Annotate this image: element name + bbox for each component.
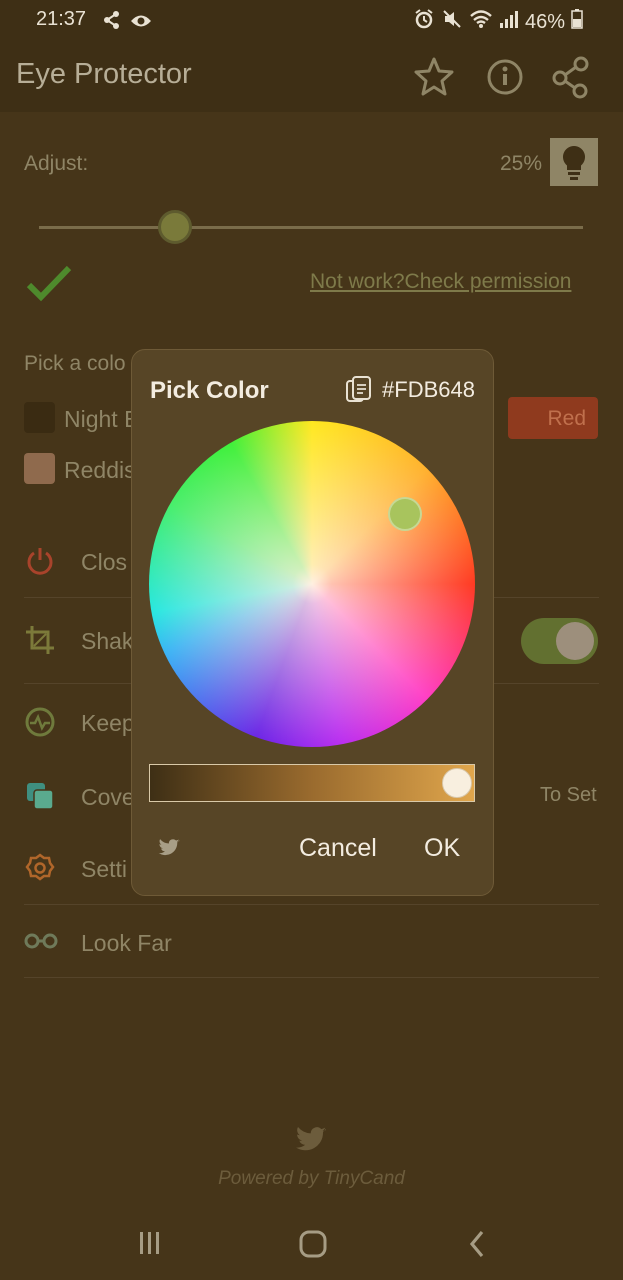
twitter-icon[interactable] — [295, 1126, 327, 1159]
twitter-icon[interactable] — [158, 838, 180, 863]
adjust-slider[interactable] — [39, 210, 583, 244]
reddish-swatch — [24, 453, 55, 484]
brightness-slider[interactable] — [149, 764, 475, 802]
glasses-icon — [24, 930, 58, 957]
alarm-icon — [413, 8, 435, 36]
cancel-button[interactable]: Cancel — [299, 834, 377, 863]
menu-item-look-far[interactable]: Look Far — [0, 906, 623, 978]
night-swatch — [24, 402, 55, 433]
adjust-percent: 25% — [500, 152, 543, 175]
night-label: Night E — [64, 406, 140, 432]
dialog-title: Pick Color — [150, 377, 269, 404]
red-button-label: Red — [547, 407, 586, 430]
menu-label: Shak — [81, 628, 134, 654]
slider-track — [39, 226, 583, 229]
app-bar: Eye Protector — [0, 40, 623, 112]
menu-label: Look Far — [81, 930, 172, 956]
share-icon[interactable] — [550, 54, 596, 100]
toggle-knob — [556, 622, 594, 660]
back-button[interactable] — [464, 1228, 490, 1265]
pick-color-dialog: Pick Color #FDB648 Cancel OK — [131, 349, 494, 896]
info-icon[interactable] — [482, 54, 528, 100]
signal-icon — [499, 10, 519, 34]
status-right: 46% — [413, 8, 583, 36]
color-wheel[interactable] — [149, 421, 475, 747]
layers-icon — [24, 780, 56, 817]
color-wheel-knob[interactable] — [388, 497, 422, 531]
battery-percent: 46% — [524, 10, 565, 33]
check-icon — [26, 264, 72, 309]
red-button[interactable]: Red — [508, 397, 598, 439]
reddish-label: Reddis — [64, 457, 136, 483]
activity-icon — [24, 706, 56, 743]
ok-button[interactable]: OK — [424, 834, 460, 863]
divider — [24, 904, 599, 905]
cover-right-text: To Set — [540, 784, 597, 806]
recents-button[interactable] — [135, 1228, 165, 1263]
wifi-icon — [469, 9, 493, 35]
gear-icon — [24, 852, 56, 889]
star-icon[interactable] — [411, 54, 457, 100]
menu-label: Clos — [81, 549, 128, 575]
app-title: Eye Protector — [16, 58, 192, 90]
slider-thumb[interactable] — [158, 210, 192, 244]
status-bar: 21:37 46% — [0, 0, 623, 40]
brightness-knob[interactable] — [442, 768, 472, 798]
menu-label: Setti — [81, 856, 128, 882]
pick-color-label: Pick a colo — [24, 352, 126, 375]
permission-link[interactable]: Not work?Check permission — [310, 270, 571, 294]
powered-by-text: Powered by TinyCand — [218, 1168, 405, 1189]
status-time: 21:37 — [36, 8, 87, 30]
bulb-button[interactable] — [550, 138, 598, 186]
lightbulb-icon — [562, 145, 586, 180]
divider — [24, 977, 599, 978]
hex-value[interactable]: #FDB648 — [382, 377, 475, 403]
menu-label: Keep — [81, 710, 135, 736]
power-icon — [24, 545, 56, 582]
adjust-label: Adjust: — [24, 152, 89, 175]
battery-icon — [571, 9, 583, 35]
shake-toggle[interactable] — [521, 618, 598, 664]
mute-icon — [441, 8, 463, 36]
eye-status-icon — [130, 12, 152, 35]
home-button[interactable] — [297, 1228, 329, 1265]
copy-icon[interactable] — [345, 375, 373, 410]
crop-icon — [24, 624, 56, 661]
share-status-icon — [102, 10, 122, 36]
menu-label: Cove — [81, 784, 135, 810]
